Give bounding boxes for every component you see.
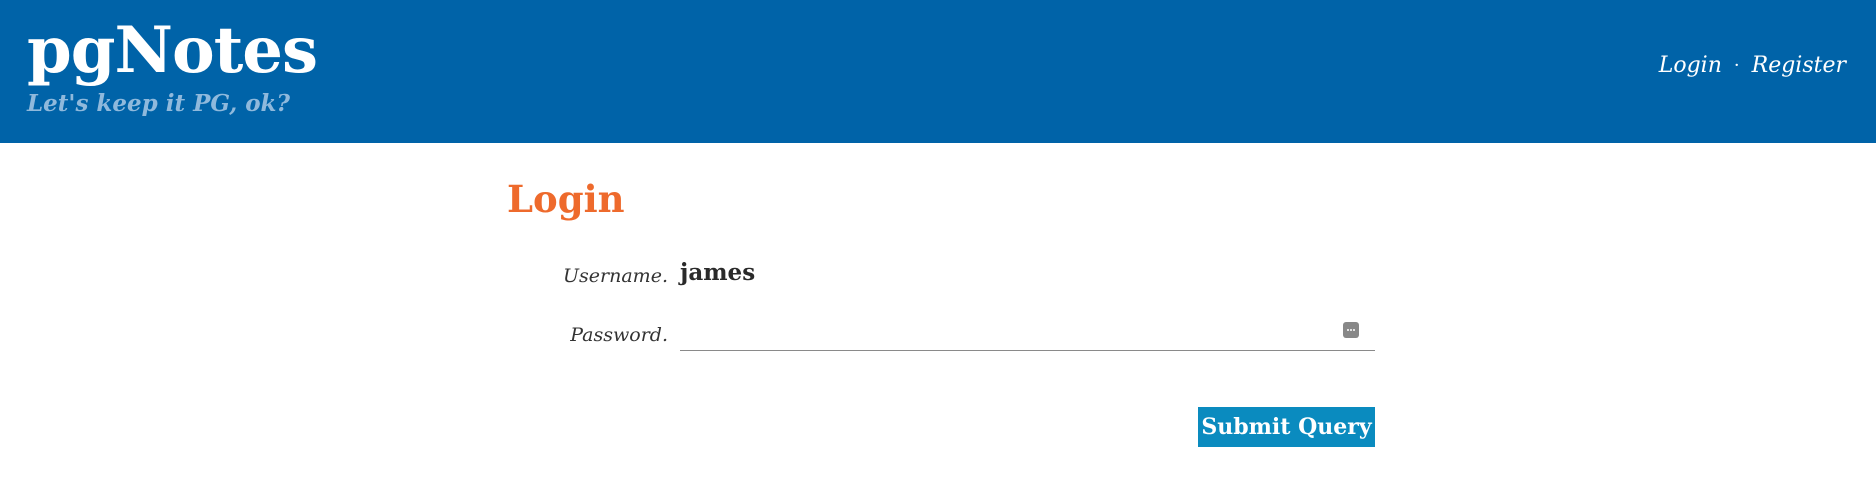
- main-content: Login Username. james Password. Submit Q…: [0, 143, 1876, 491]
- page-title: Login: [507, 177, 625, 221]
- password-label: Password.: [570, 324, 668, 346]
- site-tagline: Let's keep it PG, ok?: [27, 90, 290, 117]
- nav-login-link[interactable]: Login: [1659, 53, 1722, 78]
- header-nav: Login · Register: [1659, 53, 1846, 78]
- submit-button[interactable]: Submit Query: [1198, 407, 1375, 447]
- password-manager-icon[interactable]: [1343, 322, 1359, 338]
- nav-separator: ·: [1733, 55, 1740, 76]
- username-label: Username.: [563, 265, 668, 287]
- username-field[interactable]: james: [680, 259, 755, 286]
- password-field[interactable]: [680, 311, 1375, 351]
- site-header: pgNotes Let's keep it PG, ok? Login · Re…: [0, 0, 1876, 143]
- nav-register-link[interactable]: Register: [1752, 53, 1846, 78]
- site-title: pgNotes: [27, 13, 318, 88]
